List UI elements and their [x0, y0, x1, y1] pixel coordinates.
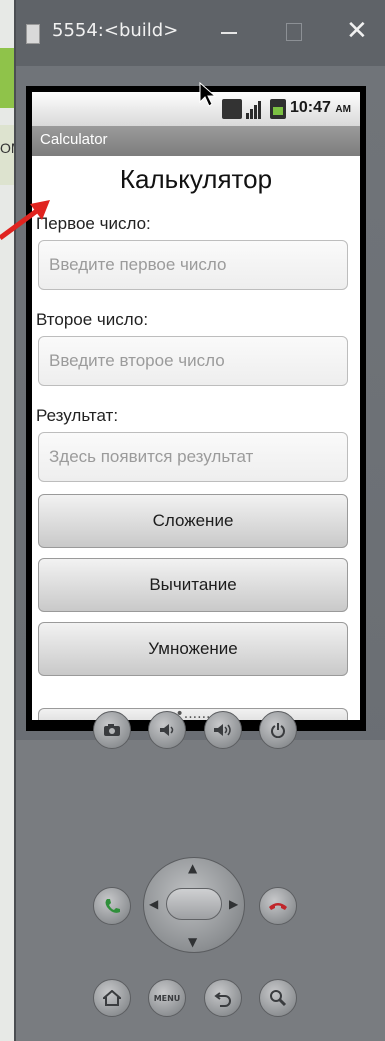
- first-number-input[interactable]: [39, 241, 347, 289]
- second-number-field[interactable]: [38, 336, 348, 386]
- second-number-label: Второе число:: [36, 310, 149, 329]
- maximize-icon[interactable]: [286, 23, 302, 41]
- device-screen: 10:47 AM Calculator Калькулятор Первое ч…: [32, 92, 360, 720]
- dpad-right-icon[interactable]: ▶: [229, 897, 238, 911]
- window-title: 5554:<build>: [52, 20, 179, 41]
- volume-up-icon[interactable]: [204, 711, 242, 749]
- dpad-left-icon[interactable]: ◀: [149, 897, 158, 911]
- result-input[interactable]: [39, 433, 347, 481]
- app-content: Калькулятор Первое число: Второе число: …: [32, 156, 360, 720]
- status-time: 10:47 AM: [290, 99, 351, 116]
- first-number-field[interactable]: [38, 240, 348, 290]
- result-field[interactable]: [38, 432, 348, 482]
- app-icon: [26, 24, 40, 44]
- annotation-arrow-icon: [0, 200, 50, 241]
- search-icon[interactable]: [259, 979, 297, 1017]
- menu-button[interactable]: MENU: [148, 979, 186, 1017]
- multiply-button[interactable]: Умножение: [38, 622, 348, 676]
- app-title: Calculator: [40, 131, 108, 148]
- window-titlebar: 5554:<build> ✕: [16, 0, 385, 66]
- dpad-down-icon[interactable]: ▼: [188, 935, 197, 949]
- 3g-icon: [222, 99, 242, 119]
- close-icon[interactable]: ✕: [346, 16, 368, 46]
- second-number-input[interactable]: [39, 337, 347, 385]
- dpad-up-icon[interactable]: ▲: [188, 861, 197, 875]
- mouse-cursor-icon: [199, 82, 217, 107]
- page-heading: Калькулятор: [119, 164, 273, 194]
- app-title-bar: Calculator: [32, 126, 360, 156]
- volume-down-icon[interactable]: [148, 711, 186, 749]
- battery-icon: [270, 99, 286, 119]
- home-icon[interactable]: [93, 979, 131, 1017]
- call-icon[interactable]: [93, 887, 131, 925]
- result-label: Результат:: [36, 406, 119, 425]
- minimize-icon[interactable]: [221, 32, 237, 34]
- back-icon[interactable]: [204, 979, 242, 1017]
- dpad-center-button[interactable]: [166, 888, 222, 920]
- partial-button[interactable]: •......: [38, 707, 348, 720]
- end-call-icon[interactable]: [259, 887, 297, 925]
- android-status-bar: 10:47 AM: [32, 92, 360, 126]
- add-button[interactable]: Сложение: [38, 494, 348, 548]
- power-icon[interactable]: [259, 711, 297, 749]
- camera-icon[interactable]: [93, 711, 131, 749]
- subtract-button[interactable]: Вычитание: [38, 558, 348, 612]
- signal-icon: [246, 99, 264, 119]
